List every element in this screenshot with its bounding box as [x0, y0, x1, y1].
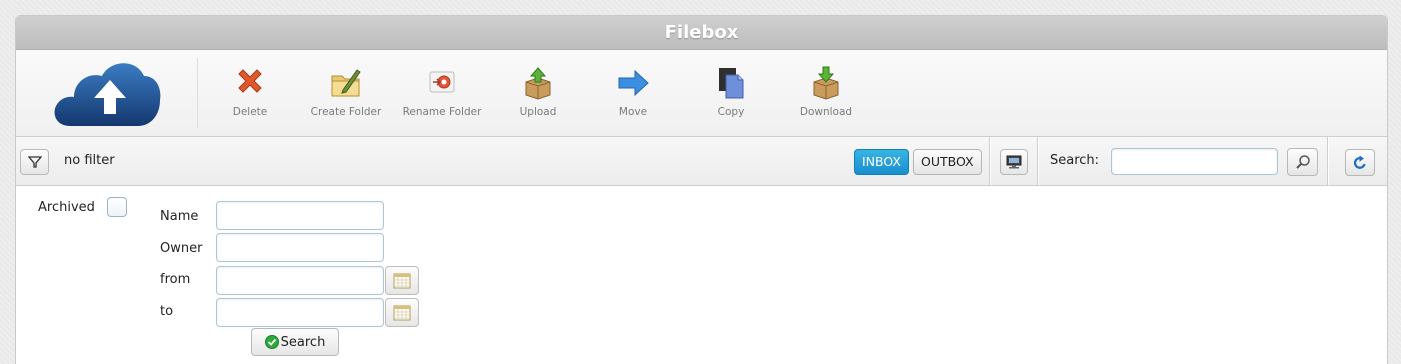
form-search-button[interactable]: Search [251, 328, 339, 356]
to-label: to [160, 304, 174, 319]
move-arrow-icon [618, 69, 649, 97]
create-folder-label: Create Folder [310, 106, 382, 118]
monitor-icon [1006, 155, 1022, 169]
move-label: Move [618, 106, 648, 118]
filter-form: Archived Name Owner from to Search [16, 186, 1387, 364]
refresh-button[interactable] [1345, 149, 1375, 176]
search-label: Search: [1050, 153, 1100, 168]
delete-icon [238, 69, 262, 93]
copy-label: Copy [717, 106, 745, 118]
upload-button[interactable]: Upload [493, 66, 583, 118]
search-input[interactable] [1111, 148, 1278, 175]
rename-folder-label: Rename Folder [402, 106, 482, 118]
filter-bar: no filter INBOX OUTBOX Search: [16, 137, 1387, 186]
rename-folder-button[interactable]: Rename Folder [397, 66, 487, 118]
delete-label: Delete [232, 106, 268, 118]
filter-separator [989, 137, 990, 185]
name-field[interactable] [216, 201, 384, 230]
calendar-icon [393, 305, 411, 321]
download-icon [813, 66, 839, 100]
check-circle-icon [264, 335, 279, 349]
create-folder-button[interactable]: Create Folder [301, 66, 391, 118]
toolbar: Delete Create Folder Rename Folder Uploa… [16, 50, 1387, 137]
window-title: Filebox [16, 16, 1387, 50]
filter-button[interactable] [20, 149, 49, 175]
cloud-upload-logo [54, 63, 161, 126]
owner-label: Owner [160, 241, 203, 256]
filter-icon [27, 156, 42, 168]
create-folder-icon [331, 69, 361, 97]
form-search-label: Search [280, 334, 326, 350]
rename-folder-icon [429, 71, 455, 93]
archived-checkbox[interactable] [107, 197, 127, 217]
copy-icon [719, 68, 744, 99]
outbox-toggle[interactable]: OUTBOX [913, 149, 982, 175]
upload-icon [525, 67, 551, 100]
toolbar-separator [197, 58, 198, 128]
filebox-window: Filebox Delete Create Folder Rename Fold… [15, 15, 1388, 364]
owner-field[interactable] [216, 233, 384, 262]
refresh-icon [1353, 155, 1366, 169]
move-button[interactable]: Move [588, 66, 678, 118]
archived-label: Archived [38, 200, 95, 215]
search-icon [1295, 155, 1310, 169]
calendar-icon [393, 273, 411, 289]
to-calendar-button[interactable] [385, 298, 419, 327]
search-button[interactable] [1287, 148, 1318, 176]
filter-separator [1327, 137, 1328, 185]
download-label: Download [799, 106, 853, 118]
to-date-field[interactable] [216, 298, 384, 327]
from-date-field[interactable] [216, 266, 384, 295]
upload-label: Upload [519, 106, 557, 118]
filter-status-text: no filter [64, 153, 115, 168]
delete-button[interactable]: Delete [205, 66, 295, 118]
filter-separator [1037, 137, 1038, 185]
copy-button[interactable]: Copy [686, 66, 776, 118]
from-label: from [160, 272, 191, 287]
view-mode-button[interactable] [1000, 149, 1028, 175]
inbox-toggle[interactable]: INBOX [854, 149, 909, 175]
download-button[interactable]: Download [781, 66, 871, 118]
from-calendar-button[interactable] [385, 266, 419, 295]
name-label: Name [160, 209, 199, 224]
